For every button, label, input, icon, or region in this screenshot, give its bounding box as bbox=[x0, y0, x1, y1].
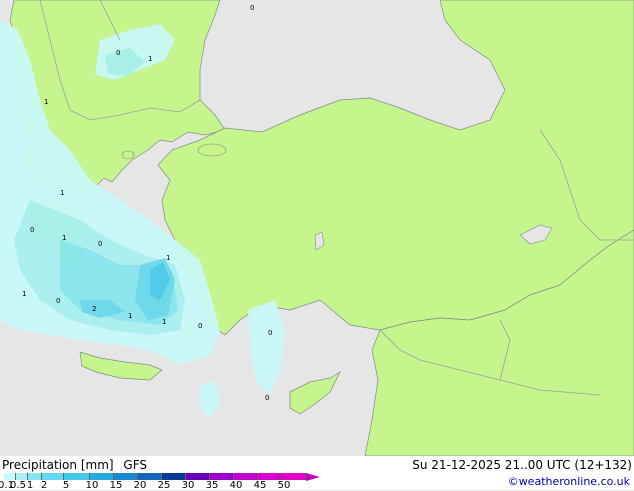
scale-tick-label: 2 bbox=[40, 480, 48, 491]
point-label: 1 bbox=[166, 254, 170, 262]
scale-swatch bbox=[162, 473, 186, 480]
point-label: 1 bbox=[148, 55, 152, 63]
point-label: 1 bbox=[128, 312, 132, 320]
scale-tick-label: 45 bbox=[253, 480, 267, 491]
scale-swatch bbox=[90, 473, 114, 480]
model-name: GFS bbox=[123, 458, 147, 472]
scale-swatch bbox=[16, 473, 28, 480]
scale-tick-label: 0.5 bbox=[10, 480, 26, 491]
scale-tick-label: 20 bbox=[133, 480, 147, 491]
scale-tick-label: 50 bbox=[277, 480, 291, 491]
scale-tick-label: 25 bbox=[157, 480, 171, 491]
scale-arrow bbox=[306, 472, 320, 481]
credit-link[interactable]: ©weatheronline.co.uk bbox=[508, 475, 630, 488]
point-label: 1 bbox=[62, 234, 66, 242]
forecast-datetime: Su 21-12-2025 21..00 UTC (12+132) bbox=[412, 458, 632, 472]
scale-swatch bbox=[4, 473, 16, 480]
point-label: 0 bbox=[268, 329, 272, 337]
scale-swatch bbox=[186, 473, 210, 480]
point-label: 0 bbox=[56, 297, 60, 305]
precipitation-map: 0 0 1 1 0 1 0 1 0 2 1 1 1 0 0 0 1 bbox=[0, 0, 634, 456]
point-label: 2 bbox=[92, 305, 96, 313]
point-label: 0 bbox=[250, 4, 254, 12]
scale-tick-label: 40 bbox=[229, 480, 243, 491]
scale-swatch bbox=[114, 473, 138, 480]
scale-swatch bbox=[210, 473, 234, 480]
point-label: 1 bbox=[22, 290, 26, 298]
scale-swatch bbox=[42, 473, 64, 480]
scale-swatch bbox=[64, 473, 90, 480]
point-label: 0 bbox=[116, 49, 120, 57]
scale-tick-label: 15 bbox=[109, 480, 123, 491]
scale-tick-label: 10 bbox=[85, 480, 99, 491]
point-label: 0 bbox=[30, 226, 34, 234]
point-label: 0 bbox=[198, 322, 202, 330]
scale-swatch bbox=[282, 473, 306, 480]
point-label: 0 bbox=[265, 394, 269, 402]
point-label: 1 bbox=[60, 189, 64, 197]
point-label: 1 bbox=[162, 318, 166, 326]
scale-swatch bbox=[234, 473, 258, 480]
legend-title-text: Precipitation [mm] bbox=[2, 458, 114, 472]
point-label: 1 bbox=[44, 98, 48, 106]
scale-swatch bbox=[258, 473, 282, 480]
scale-swatch bbox=[138, 473, 162, 480]
scale-tick-label: 1 bbox=[26, 480, 34, 491]
color-scale bbox=[4, 472, 320, 481]
point-label: 0 bbox=[98, 240, 102, 248]
scale-tick-label: 35 bbox=[205, 480, 219, 491]
scale-tick-label: 30 bbox=[181, 480, 195, 491]
scale-tick-label: 5 bbox=[62, 480, 70, 491]
scale-swatch bbox=[28, 473, 42, 480]
legend-title: Precipitation [mm] GFS bbox=[2, 458, 147, 472]
